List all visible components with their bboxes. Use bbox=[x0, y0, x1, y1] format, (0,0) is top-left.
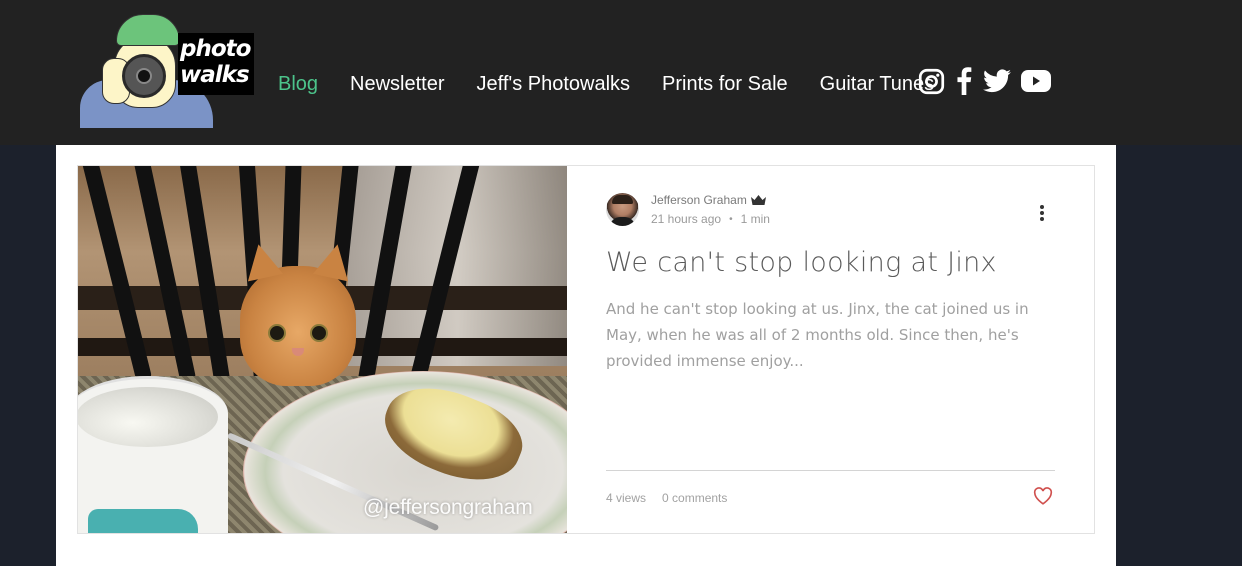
meta-separator: • bbox=[729, 213, 733, 225]
like-button[interactable] bbox=[1033, 487, 1053, 505]
post-time: 21 hours ago bbox=[651, 212, 722, 226]
divider bbox=[606, 470, 1055, 471]
comments-count[interactable]: 0 comments bbox=[662, 491, 727, 505]
cat bbox=[240, 240, 356, 386]
views-count: 4 views bbox=[606, 491, 647, 505]
author-row: Jefferson Graham 21 hours ago • 1 min bbox=[606, 193, 770, 226]
post-excerpt[interactable]: And he can't stop looking at us. Jinx, t… bbox=[606, 296, 1056, 374]
logo-text-line2: walks bbox=[180, 62, 250, 88]
instagram-icon[interactable] bbox=[918, 68, 945, 95]
post-cover-image[interactable]: @jeffersongraham bbox=[78, 166, 567, 533]
author-meta: Jefferson Graham 21 hours ago • 1 min bbox=[651, 193, 770, 226]
nav-item-newsletter[interactable]: Newsletter bbox=[350, 73, 444, 96]
image-watermark: @jeffersongraham bbox=[363, 496, 533, 519]
read-time: 1 min bbox=[740, 212, 770, 226]
camera-icon bbox=[122, 54, 166, 98]
post-title[interactable]: We can't stop looking at Jinx bbox=[606, 247, 997, 278]
author-name-row: Jefferson Graham bbox=[651, 193, 770, 207]
post-meta: 21 hours ago • 1 min bbox=[651, 212, 770, 226]
main-nav: Blog Newsletter Jeff's Photowalks Prints… bbox=[278, 73, 966, 96]
nav-item-jeffs-photowalks[interactable]: Jeff's Photowalks bbox=[477, 73, 631, 96]
avatar[interactable] bbox=[606, 193, 639, 226]
photowalks-logo[interactable]: photo walks bbox=[80, 14, 254, 128]
twitter-icon[interactable] bbox=[983, 69, 1011, 93]
nav-item-guitar-tunes[interactable]: Guitar Tunes bbox=[820, 73, 935, 96]
author-name[interactable]: Jefferson Graham bbox=[651, 193, 747, 207]
more-options-button[interactable] bbox=[1032, 203, 1052, 223]
crown-icon bbox=[750, 194, 766, 206]
logo-cap bbox=[116, 14, 180, 46]
heart-icon bbox=[1033, 487, 1053, 505]
nav-item-prints-for-sale[interactable]: Prints for Sale bbox=[662, 73, 788, 96]
blog-content: @jeffersongraham Jefferson Graham 21 hou… bbox=[56, 145, 1116, 566]
cottage-cheese-cup bbox=[78, 376, 228, 533]
facebook-icon[interactable] bbox=[955, 67, 973, 95]
post-card[interactable]: @jeffersongraham Jefferson Graham 21 hou… bbox=[77, 165, 1095, 534]
post-stats: 4 views 0 comments bbox=[606, 491, 743, 505]
dot bbox=[1040, 205, 1044, 209]
logo-text: photo walks bbox=[180, 36, 251, 88]
dot bbox=[1040, 211, 1044, 215]
dot bbox=[1040, 217, 1044, 221]
youtube-icon[interactable] bbox=[1021, 70, 1051, 92]
social-bar bbox=[918, 67, 1061, 95]
post-body: Jefferson Graham 21 hours ago • 1 min We… bbox=[606, 166, 1056, 533]
site-header: photo walks Blog Newsletter Jeff's Photo… bbox=[0, 0, 1242, 145]
logo-text-line1: photo bbox=[180, 36, 251, 62]
nav-item-blog[interactable]: Blog bbox=[278, 73, 318, 96]
